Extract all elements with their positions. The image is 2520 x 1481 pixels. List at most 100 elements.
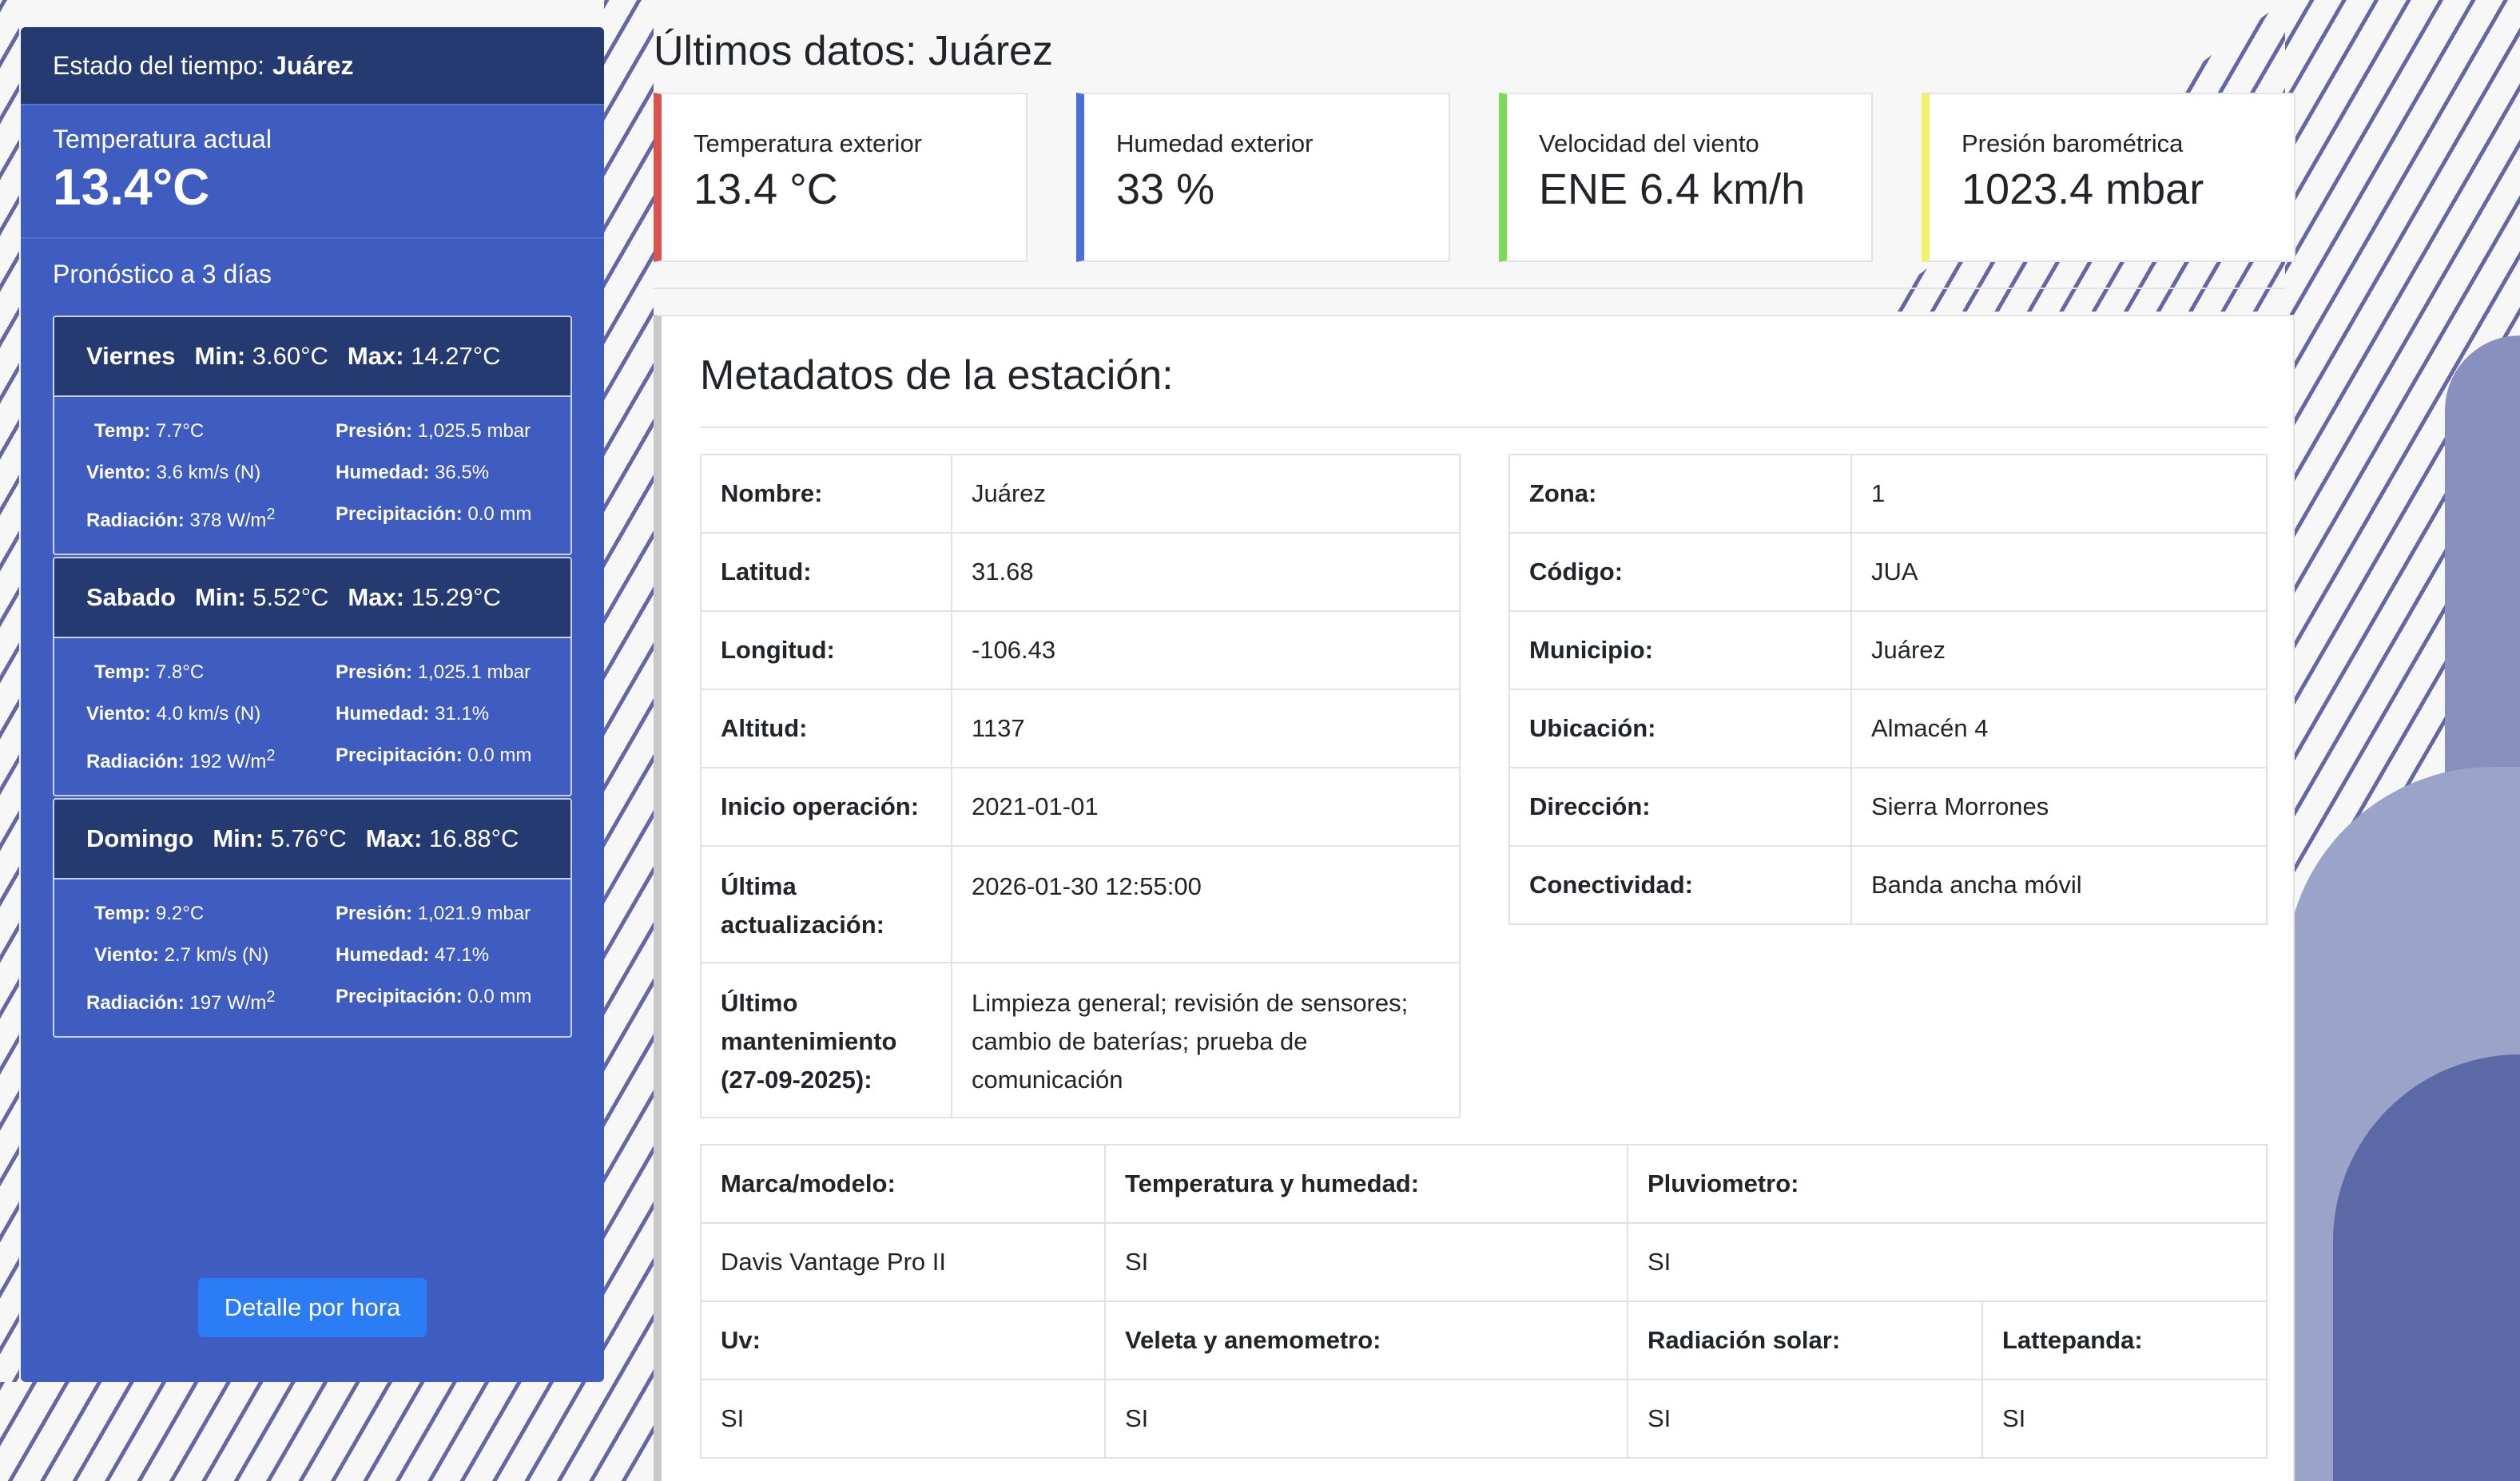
forecast-day-max: Max: 16.88°C — [366, 824, 519, 853]
temp-value: 7.7°C — [155, 420, 205, 442]
table-key: Veleta y anemometro: — [1104, 1300, 1628, 1380]
stat-value: ENE 6.4 km/h — [1539, 165, 1806, 213]
page-title: Últimos datos: Juárez — [654, 28, 1053, 74]
forecast-day-card: Sabado Min: 5.52°C Max: 15.29°C Temp: 7.… — [53, 557, 572, 796]
hourly-detail-button[interactable]: Detalle por hora — [198, 1278, 427, 1337]
table-value: Banda ancha móvil — [1850, 845, 2268, 925]
table-value: JUA — [1850, 532, 2268, 612]
stat-card-pressure: Presión barométrica 1023.4 mbar — [1922, 93, 2295, 262]
table-key: Dirección: — [1508, 767, 1852, 847]
forecast-day-body: Temp: 7.7°C Presión: 1,025.5 mbar Viento… — [54, 397, 570, 554]
forecast-humidity: Humedad: 31.1% — [336, 699, 539, 729]
max-label: Max: — [347, 342, 404, 370]
table-row: Última actualización: 2026-01-30 12:55:00 — [700, 845, 1461, 963]
temp-label: Temp: — [94, 420, 151, 442]
background-stripes-left — [0, 0, 19, 1481]
radiation-value: 192 W/m — [189, 751, 267, 772]
table-key: Zona: — [1508, 454, 1852, 534]
sidebar-header: Estado del tiempo: Juárez — [21, 27, 604, 105]
forecast-day-name: Domingo — [86, 824, 194, 852]
table-value: -106.43 — [951, 610, 1461, 690]
humidity-value: 31.1% — [435, 703, 490, 725]
min-label: Min: — [194, 342, 246, 370]
temp-label: Temp: — [94, 661, 151, 683]
stat-value: 33 % — [1116, 165, 1215, 213]
table-key: Altitud: — [700, 689, 952, 768]
forecast-temp: Temp: 7.7°C — [86, 416, 336, 447]
pressure-value: 1,025.1 mbar — [417, 661, 531, 683]
radiation-value: 197 W/m — [189, 992, 267, 1014]
current-temperature-value: 13.4°C — [53, 158, 210, 216]
table-key: Inicio operación: — [700, 767, 952, 847]
forecast-radiation: Radiación: 378 W/m2 — [86, 499, 336, 536]
forecast-day-card: Viernes Min: 3.60°C Max: 14.27°C Temp: 7… — [53, 316, 572, 555]
sidebar-header-prefix: Estado del tiempo: — [53, 50, 265, 80]
table-value: Juárez — [1850, 610, 2268, 690]
table-value: Almacén 4 — [1850, 689, 2268, 768]
table-value: 2026-01-30 12:55:00 — [951, 845, 1461, 963]
table-row: Municipio: Juárez — [1508, 610, 2268, 690]
wind-value: 2.7 km/s (N) — [164, 944, 269, 966]
divider — [700, 427, 2268, 428]
stat-label: Presión barométrica — [1962, 129, 2184, 157]
forecast-day-header: Domingo Min: 5.76°C Max: 16.88°C — [54, 800, 570, 879]
stat-card-wind: Velocidad del viento ENE 6.4 km/h — [1499, 93, 1873, 262]
weather-sidebar: Estado del tiempo: Juárez Temperatura ac… — [21, 27, 604, 1382]
divider — [654, 288, 2285, 289]
forecast-wind: Viento: 4.0 km/s (N) — [86, 699, 336, 729]
max-value: 15.29°C — [411, 583, 502, 611]
metadata-title: Metadatos de la estación: — [700, 352, 1174, 399]
wind-value: 3.6 km/s (N) — [156, 462, 261, 483]
forecast-day-name: Sabado — [86, 583, 176, 611]
radiation-value: 378 W/m — [189, 510, 267, 531]
pressure-label: Presión: — [336, 420, 413, 442]
radiation-unit-exponent: 2 — [266, 506, 276, 523]
table-value: Sierra Morrones — [1850, 767, 2268, 847]
radiation-unit-exponent: 2 — [266, 988, 276, 1006]
table-row: Zona: 1 — [1508, 454, 2268, 534]
metadata-table-left: Nombre: Juárez Latitud: 31.68 Longitud: -10… — [700, 454, 1461, 1118]
table-key: Radiación solar: — [1627, 1300, 1983, 1380]
forecast-day-name: Viernes — [86, 342, 176, 370]
pressure-value: 1,025.5 mbar — [417, 420, 531, 442]
temp-value: 7.8°C — [155, 661, 205, 683]
table-value: SI — [1627, 1222, 2268, 1302]
table-value: Limpieza general; revisión de sensores; … — [951, 962, 1461, 1118]
humidity-label: Humedad: — [336, 462, 430, 483]
wind-value: 4.0 km/s (N) — [156, 703, 261, 725]
table-key: Municipio: — [1508, 610, 1852, 690]
pressure-value: 1,021.9 mbar — [417, 903, 531, 924]
stat-value: 13.4 °C — [694, 165, 838, 213]
wind-label: Viento: — [86, 703, 151, 725]
radiation-unit-exponent: 2 — [266, 747, 276, 764]
forecast-title: Pronóstico a 3 días — [53, 260, 272, 288]
background-stripes-bottom — [0, 1382, 654, 1481]
humidity-value: 47.1% — [435, 944, 490, 966]
table-value: SI — [700, 1379, 1106, 1459]
table-value: 1137 — [951, 689, 1461, 768]
forecast-precipitation: Precipitación: 0.0 mm — [336, 740, 539, 777]
forecast-wind: Viento: 3.6 km/s (N) — [86, 458, 336, 488]
min-value: 3.60°C — [252, 342, 328, 370]
table-row: Conectividad: Banda ancha móvil — [1508, 845, 2268, 925]
table-key: Latitud: — [700, 532, 952, 612]
forecast-day-max: Max: 14.27°C — [348, 342, 501, 371]
forecast-day-min: Min: 3.60°C — [194, 342, 328, 371]
min-value: 5.76°C — [270, 824, 347, 852]
max-label: Max: — [348, 583, 405, 611]
current-temperature: Temperatura actual 13.4°C — [21, 105, 604, 239]
table-value: SI — [1104, 1222, 1628, 1302]
background-stripes-gap — [604, 0, 654, 1481]
table-row: Latitud: 31.68 — [700, 532, 1461, 612]
forecast-wind: Viento: 2.7 km/s (N) — [86, 940, 336, 971]
forecast-day-header: Sabado Min: 5.52°C Max: 15.29°C — [54, 558, 570, 638]
humidity-label: Humedad: — [336, 703, 430, 725]
forecast-pressure: Presión: 1,025.5 mbar — [336, 416, 539, 447]
forecast-humidity: Humedad: 47.1% — [336, 940, 539, 971]
forecast-day-card: Domingo Min: 5.76°C Max: 16.88°C Temp: 9… — [53, 798, 572, 1038]
wind-label: Viento: — [86, 462, 151, 483]
table-value: 2021-01-01 — [951, 767, 1461, 847]
table-key: Lattepanda: — [1981, 1300, 2268, 1380]
forecast-pressure: Presión: 1,021.9 mbar — [336, 899, 539, 929]
table-value: Davis Vantage Pro II — [700, 1222, 1106, 1302]
